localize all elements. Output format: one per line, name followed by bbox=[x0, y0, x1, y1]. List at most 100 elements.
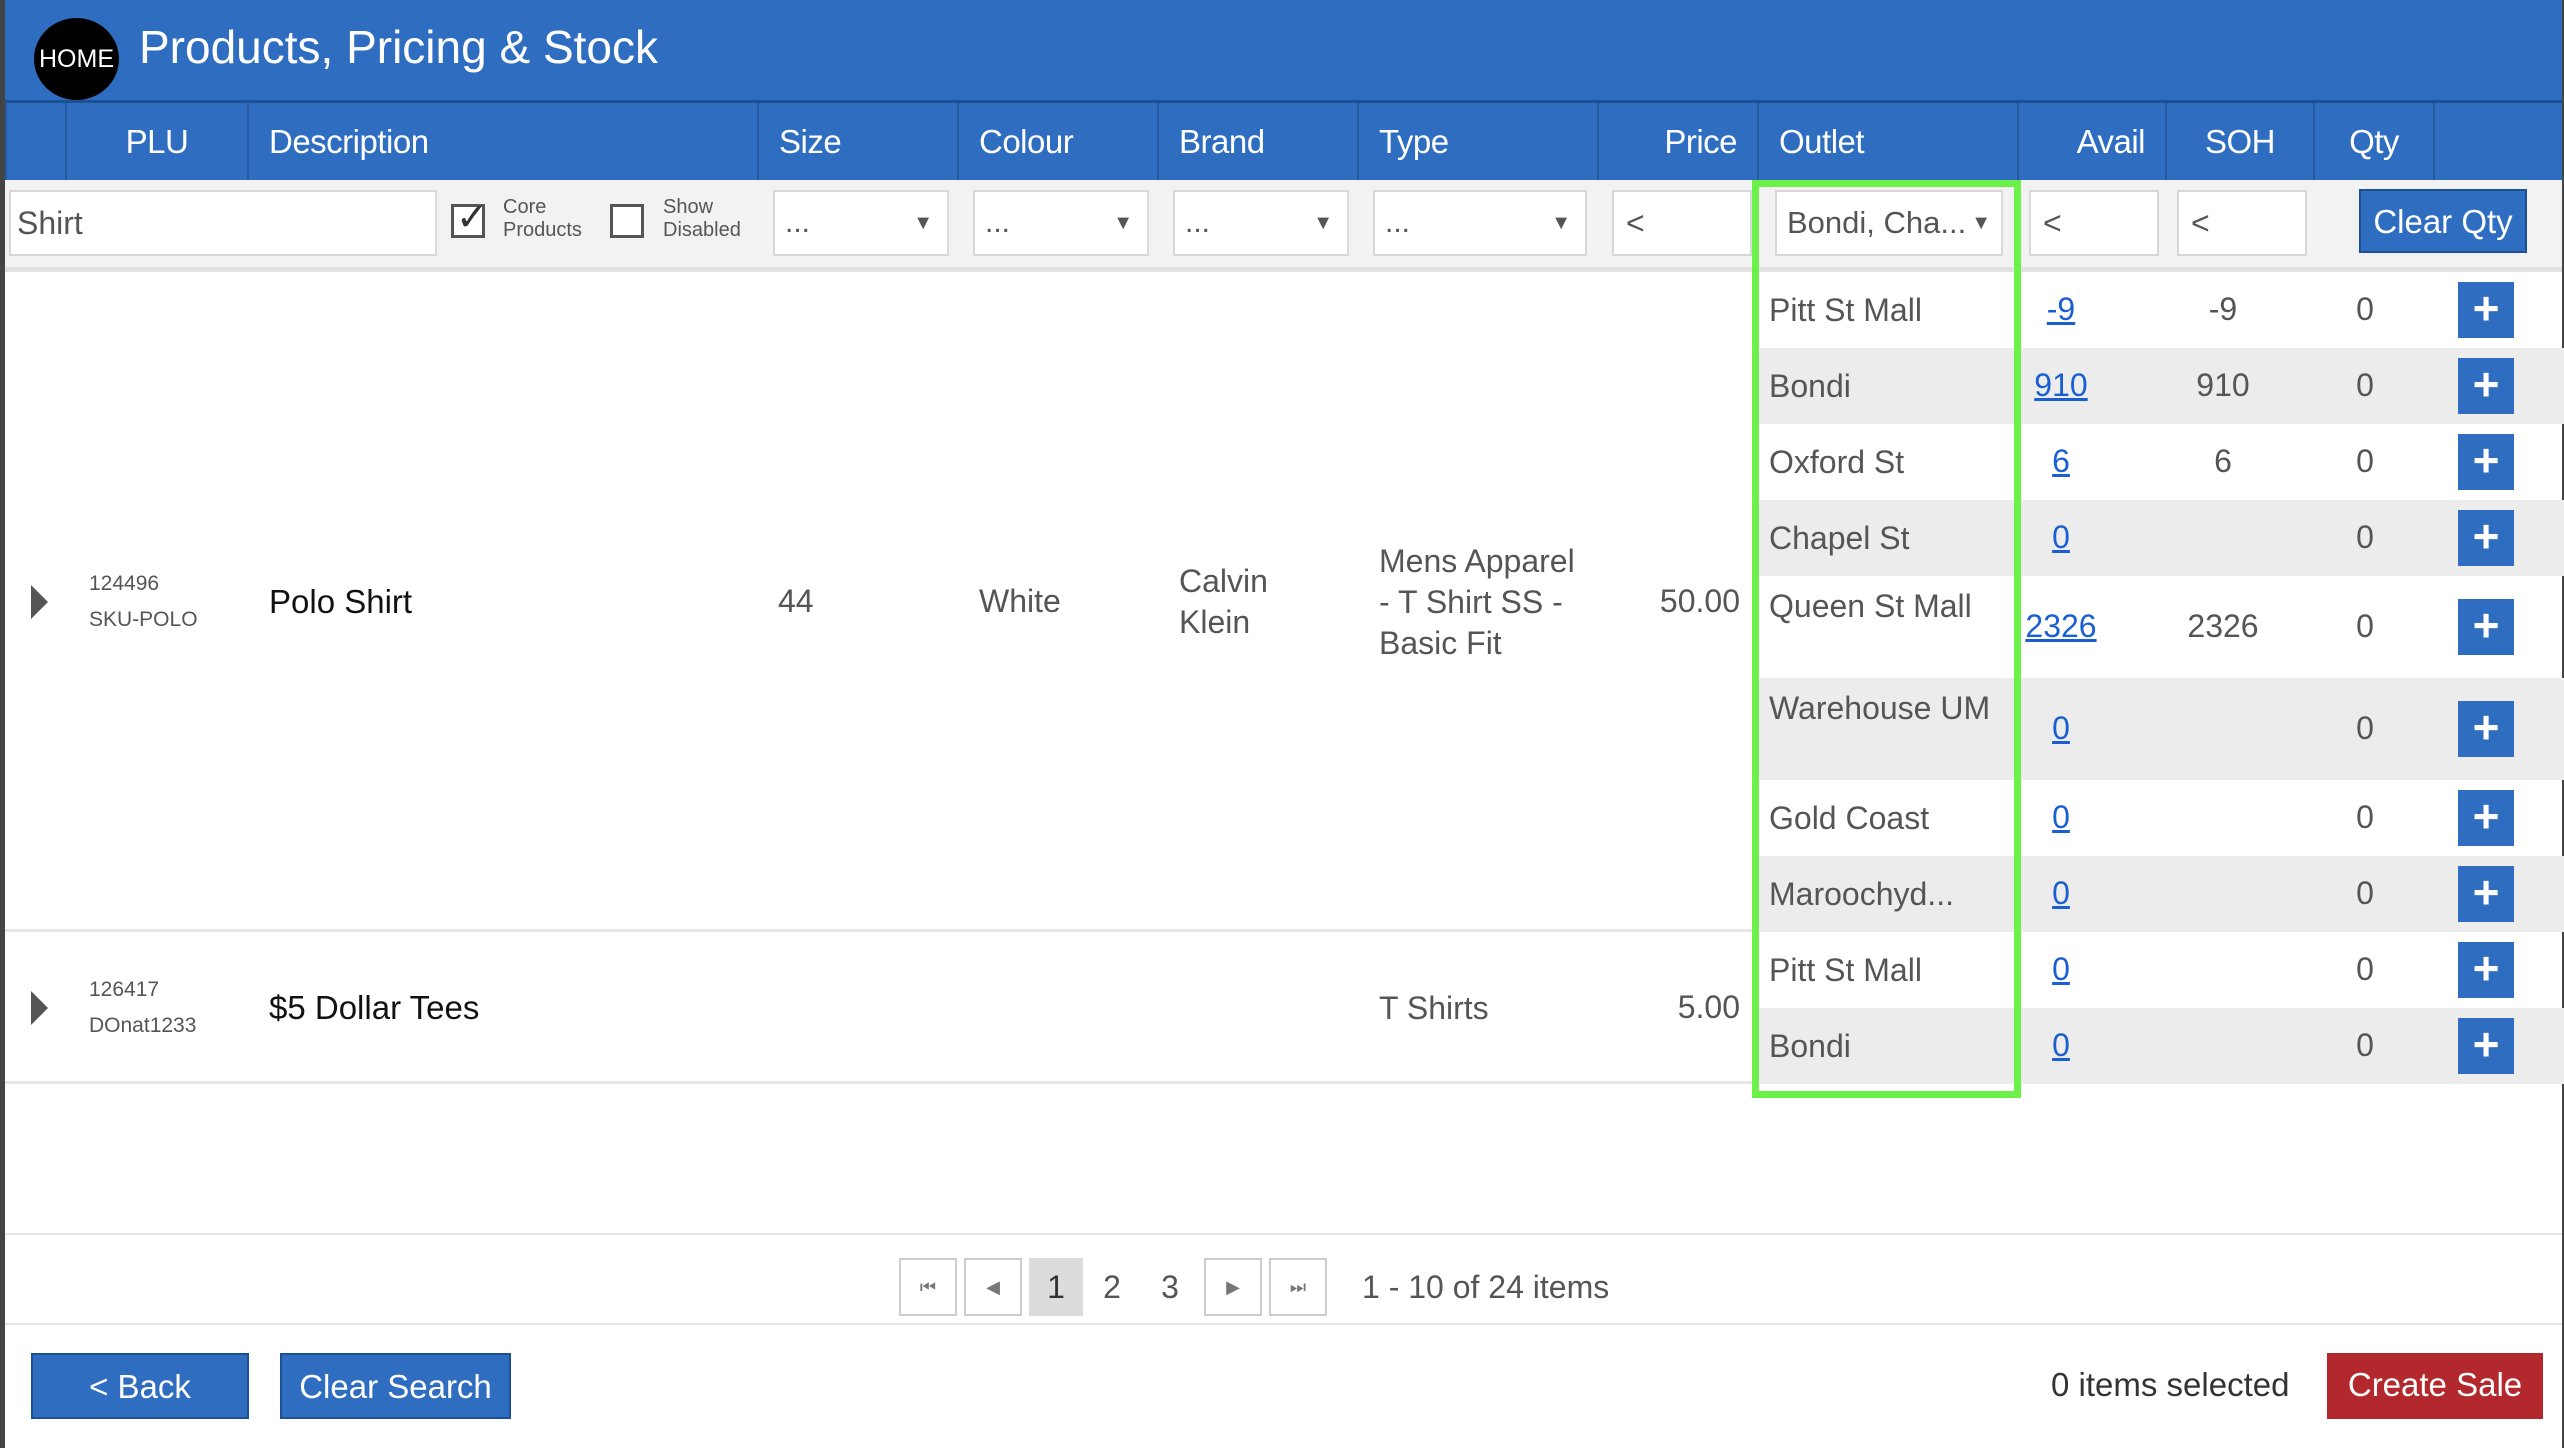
first-page-button[interactable]: ⏮ bbox=[899, 1258, 957, 1316]
expand-triangle-icon[interactable] bbox=[31, 991, 48, 1025]
column-header-row: PLU Description Size Colour Brand Type P… bbox=[5, 103, 2562, 180]
plus-icon: + bbox=[2472, 510, 2500, 562]
avail-filter-input[interactable]: < bbox=[2029, 190, 2159, 256]
column-header-type[interactable]: Type bbox=[1357, 103, 1597, 180]
qty-value: 0 bbox=[2356, 519, 2374, 555]
dropdown-caret-icon: ▼ bbox=[1971, 212, 1991, 234]
qty-value: 0 bbox=[2356, 951, 2374, 987]
clear-search-button[interactable]: Clear Search bbox=[280, 1353, 511, 1419]
plus-icon: + bbox=[2472, 1018, 2500, 1070]
outlet-row: Bondi bbox=[1757, 348, 2564, 424]
page-3-button[interactable]: 3 bbox=[1143, 1258, 1197, 1316]
product-row[interactable]: 124496 SKU-POLO Polo Shirt 44 White Calvin Kl… bbox=[5, 272, 1757, 932]
type-filter-select[interactable]: ... ▼ bbox=[1373, 190, 1587, 256]
dropdown-caret-icon: ▼ bbox=[1313, 212, 1333, 234]
search-input[interactable]: Shirt bbox=[9, 190, 437, 256]
avail-link[interactable]: 0 bbox=[2003, 519, 2119, 556]
prev-page-button[interactable]: ◀ bbox=[964, 1258, 1022, 1316]
core-products-label: Core Products bbox=[503, 196, 582, 241]
column-header-plu[interactable]: PLU bbox=[65, 103, 247, 180]
outlet-filter-select[interactable]: Bondi, Cha... ▼ bbox=[1775, 190, 2003, 256]
qty-value: 0 bbox=[2356, 608, 2374, 644]
qty-value: 0 bbox=[2356, 710, 2374, 746]
expand-triangle-icon[interactable] bbox=[31, 585, 48, 619]
soh-value: -9 bbox=[2208, 291, 2238, 327]
plus-icon: + bbox=[2472, 599, 2500, 651]
outlet-name: Bondi bbox=[1769, 1027, 1851, 1064]
add-qty-button[interactable]: + bbox=[2458, 282, 2514, 338]
add-qty-button[interactable]: + bbox=[2458, 358, 2514, 414]
product-row[interactable]: 126417 DOnat1233 $5 Dollar Tees T Shirts 5.0… bbox=[5, 932, 1757, 1084]
brand-cell: Calvin Klein bbox=[1179, 563, 1268, 640]
column-header-price[interactable]: Price bbox=[1597, 103, 1757, 180]
pager: ⏮ ◀ 1 2 3 ▶ ⏭ 1 - 10 of 24 items bbox=[5, 1233, 2562, 1325]
add-qty-button[interactable]: + bbox=[2458, 790, 2514, 846]
avail-link[interactable]: -9 bbox=[2003, 291, 2119, 328]
page-2-button[interactable]: 2 bbox=[1085, 1258, 1139, 1316]
plu-number: 126417 bbox=[89, 978, 160, 1001]
core-products-checkbox[interactable]: ✓ bbox=[451, 197, 488, 239]
plus-icon: + bbox=[2472, 282, 2500, 334]
page-1-button[interactable]: 1 bbox=[1029, 1258, 1083, 1316]
outlet-name: Gold Coast bbox=[1769, 799, 1930, 836]
qty-value: 0 bbox=[2356, 799, 2374, 835]
column-header-spacer bbox=[5, 103, 65, 180]
avail-link[interactable]: 0 bbox=[2003, 710, 2119, 747]
outlet-name: Oxford St bbox=[1769, 443, 1905, 480]
dropdown-caret-icon: ▼ bbox=[1113, 212, 1133, 234]
sku-code: DOnat1233 bbox=[89, 1014, 197, 1037]
add-qty-button[interactable]: + bbox=[2458, 434, 2514, 490]
outlet-name: Chapel St bbox=[1769, 519, 1910, 556]
column-header-avail[interactable]: Avail bbox=[2017, 103, 2165, 180]
add-qty-button[interactable]: + bbox=[2458, 599, 2514, 655]
avail-link[interactable]: 910 bbox=[2003, 367, 2119, 404]
avail-link[interactable]: 2326 bbox=[2003, 608, 2119, 645]
column-header-colour[interactable]: Colour bbox=[957, 103, 1157, 180]
plus-icon: + bbox=[2472, 434, 2500, 486]
outlet-name: Bondi bbox=[1769, 367, 1851, 404]
avail-link[interactable]: 0 bbox=[2003, 951, 2119, 988]
column-header-qty[interactable]: Qty bbox=[2313, 103, 2433, 180]
plus-icon: + bbox=[2472, 790, 2500, 842]
app-window: HOME Products, Pricing & Stock PLU Descr… bbox=[0, 0, 2564, 1448]
add-qty-button[interactable]: + bbox=[2458, 942, 2514, 998]
soh-filter-input[interactable]: < bbox=[2177, 190, 2307, 256]
colour-filter-value: ... bbox=[985, 206, 1011, 239]
show-disabled-label: Show Disabled bbox=[663, 196, 741, 241]
show-disabled-checkbox[interactable] bbox=[610, 204, 644, 238]
column-header-brand[interactable]: Brand bbox=[1157, 103, 1357, 180]
column-header-outlet[interactable]: Outlet bbox=[1757, 103, 2017, 180]
plus-icon: + bbox=[2472, 701, 2500, 753]
home-button[interactable]: HOME bbox=[34, 18, 119, 100]
create-sale-button[interactable]: Create Sale bbox=[2327, 1353, 2543, 1419]
column-header-size[interactable]: Size bbox=[757, 103, 957, 180]
column-header-actions bbox=[2433, 103, 2562, 180]
clear-qty-button[interactable]: Clear Qty bbox=[2359, 189, 2527, 253]
colour-filter-select[interactable]: ... ▼ bbox=[973, 190, 1149, 256]
next-page-button[interactable]: ▶ bbox=[1204, 1258, 1262, 1316]
add-qty-button[interactable]: + bbox=[2458, 701, 2514, 757]
type-cell: T Shirts bbox=[1379, 989, 1489, 1026]
outlet-name: Queen St Mall bbox=[1769, 588, 1972, 624]
soh-value: 910 bbox=[2196, 367, 2250, 403]
title-bar: HOME Products, Pricing & Stock bbox=[5, 0, 2562, 103]
column-header-soh[interactable]: SOH bbox=[2165, 103, 2313, 180]
outlet-name: Pitt St Mall bbox=[1769, 291, 1922, 328]
price-filter-input[interactable]: < bbox=[1612, 190, 1752, 256]
dropdown-caret-icon: ▼ bbox=[913, 212, 933, 234]
avail-link[interactable]: 0 bbox=[2003, 1027, 2119, 1064]
add-qty-button[interactable]: + bbox=[2458, 1018, 2514, 1074]
add-qty-button[interactable]: + bbox=[2458, 866, 2514, 922]
plu-number: 124496 bbox=[89, 572, 160, 595]
column-header-description[interactable]: Description bbox=[247, 103, 757, 180]
size-filter-select[interactable]: ... ▼ bbox=[773, 190, 949, 256]
back-button[interactable]: < Back bbox=[31, 1353, 249, 1419]
avail-link[interactable]: 6 bbox=[2003, 443, 2119, 480]
description-cell: Polo Shirt bbox=[269, 583, 413, 620]
avail-link[interactable]: 0 bbox=[2003, 799, 2119, 836]
brand-filter-select[interactable]: ... ▼ bbox=[1173, 190, 1349, 256]
avail-link[interactable]: 0 bbox=[2003, 875, 2119, 912]
add-qty-button[interactable]: + bbox=[2458, 510, 2514, 566]
qty-value: 0 bbox=[2356, 367, 2374, 403]
last-page-button[interactable]: ⏭ bbox=[1269, 1258, 1327, 1316]
